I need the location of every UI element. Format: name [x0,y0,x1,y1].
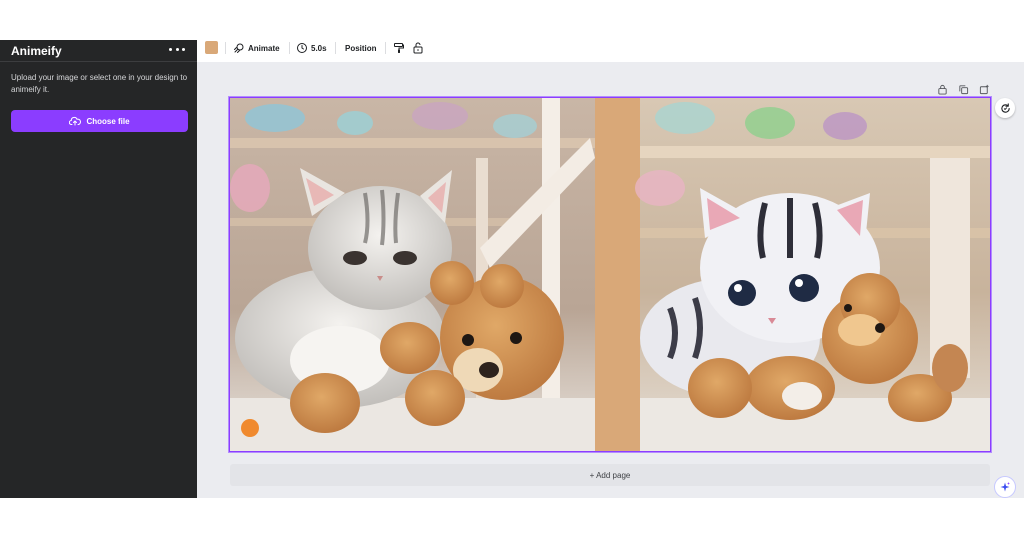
panel-divider [0,61,197,62]
add-page-label: + Add page [589,470,631,480]
magic-sparkle-icon [1000,482,1010,492]
toolbar-divider [225,42,226,54]
more-dots-icon[interactable] [169,42,185,56]
add-page-icon[interactable] [979,82,990,95]
panel-description: Upload your image or select one in your … [11,73,188,94]
page-actions [937,82,990,95]
panel-title: Animeify [11,44,62,58]
toolbar-divider [289,42,290,54]
design-workspace: + Add page [197,62,1024,498]
choose-file-label: Choose file [86,116,130,126]
choose-file-button[interactable]: Choose file [11,110,188,132]
animeify-panel: Animeify Upload your image or select one… [0,40,197,498]
duration-label: 5.0s [311,43,327,53]
unlock-button[interactable] [412,41,424,55]
animate-icon [234,43,244,53]
animate-button[interactable]: Animate [233,41,280,55]
duplicate-page-icon[interactable] [958,82,969,95]
animate-label: Animate [248,43,280,53]
lock-icon[interactable] [937,82,948,95]
left-kitten-photo [230,98,595,451]
position-label: Position [345,43,377,53]
center-panel [595,98,640,451]
design-canvas[interactable] [228,96,992,453]
clock-icon [297,43,307,53]
cloud-upload-icon [69,117,82,126]
magic-assistant-button[interactable] [994,476,1016,498]
toolbar-divider [335,42,336,54]
copy-style-button[interactable] [393,41,405,55]
color-swatch[interactable] [205,41,218,54]
canvas-artwork [230,98,990,451]
unlock-icon [413,42,423,54]
editor-toolbar: Animate 5.0s Position [197,36,1024,62]
duration-button[interactable]: 5.0s [296,41,327,55]
paint-roller-icon [394,43,404,53]
right-anime-kitten [635,98,990,451]
add-page-button[interactable]: + Add page [230,464,990,486]
toolbar-divider [385,42,386,54]
position-button[interactable]: Position [345,41,377,55]
refresh-icon [1000,102,1010,113]
refresh-button[interactable] [995,98,1015,118]
